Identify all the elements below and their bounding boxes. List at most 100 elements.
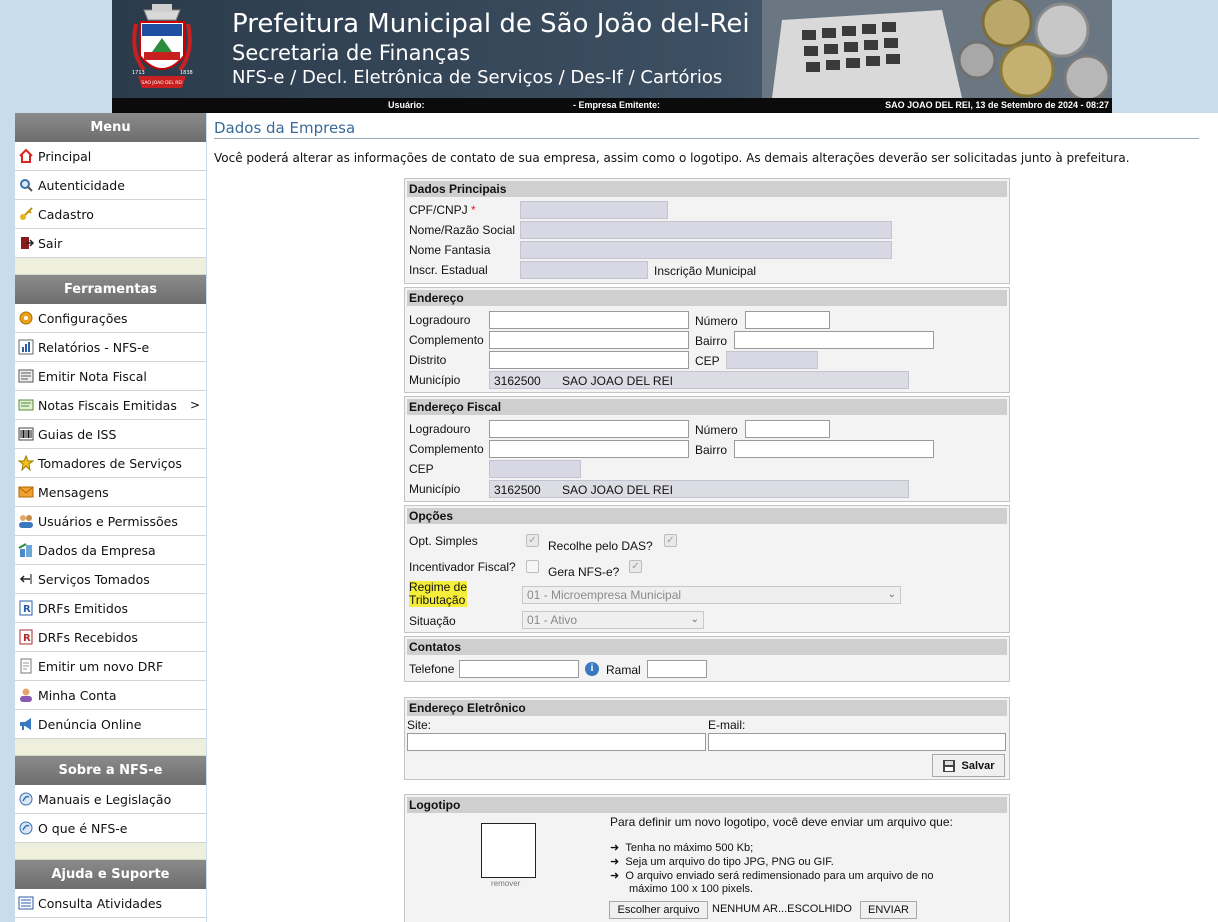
invoice-icon — [18, 368, 34, 384]
nome-fantasia-label: Nome Fantasia — [409, 243, 491, 257]
recolhe-das-label: Recolhe pelo DAS? — [548, 539, 653, 553]
sidebar-item-relatorios[interactable]: Relatórios - NFS-e — [15, 333, 206, 362]
sidebar-item-denuncia[interactable]: Denúncia Online — [15, 710, 206, 739]
mail-icon — [18, 484, 34, 500]
ramal-input[interactable] — [647, 660, 707, 678]
sidebar-item-tomadores[interactable]: Tomadores de Serviços — [15, 449, 206, 478]
section-heading: Dados Principais — [407, 181, 1007, 197]
send-logo-button[interactable]: ENVIAR — [860, 901, 917, 919]
title-divider — [214, 138, 1199, 139]
sidebar-item-autenticidade[interactable]: Autenticidade — [15, 171, 206, 200]
site-input[interactable] — [407, 733, 706, 751]
home-icon — [18, 148, 34, 164]
cep-field — [726, 351, 818, 369]
section-endereco: Endereço Logradouro Número Complemento B… — [404, 287, 1010, 393]
sidebar-section-help: Ajuda e Suporte — [15, 860, 206, 889]
regime-tributacao-select[interactable]: 01 - Microempresa Municipal ⌄ — [522, 586, 901, 604]
floppy-disk-icon — [943, 759, 956, 772]
remove-logo-link[interactable]: remover — [491, 879, 520, 888]
sidebar-item-drfs-recebidos[interactable]: R DRFs Recebidos — [15, 623, 206, 652]
sidebar-item-configuracoes[interactable]: Configurações — [15, 304, 206, 333]
save-button[interactable]: Salvar — [932, 754, 1005, 777]
incentivador-checkbox[interactable] — [526, 560, 539, 573]
section-logotipo: Logotipo remover Para definir um novo lo… — [404, 794, 1010, 922]
sidebar-item-usuarios[interactable]: Usuários e Permissões — [15, 507, 206, 536]
section-heading: Endereço Fiscal — [407, 399, 1007, 415]
fiscal-numero-label: Número — [695, 423, 738, 437]
situacao-select[interactable]: 01 - Ativo ⌄ — [522, 611, 704, 629]
document-icon — [18, 658, 34, 674]
users-icon — [18, 513, 34, 529]
email-input[interactable] — [708, 733, 1006, 751]
fiscal-municipio-name: SAO JOAO DEL REI — [562, 483, 673, 497]
calculator-coins-image — [762, 0, 1112, 98]
sidebar-item-consulta-atividades[interactable]: Consulta Atividades — [15, 889, 206, 918]
gera-nfse-label: Gera NFS-e? — [548, 565, 620, 579]
sidebar-item-notas-emitidas[interactable]: Notas Fiscais Emitidas > — [15, 391, 206, 420]
no-file-chosen-text: NENHUM AR...ESCOLHIDO — [712, 903, 852, 915]
municipio-field: 3162500 SAO JOAO DEL REI — [489, 371, 909, 389]
search-icon — [18, 177, 34, 193]
submenu-arrow-icon: > — [189, 398, 200, 412]
sidebar-item-dados-empresa[interactable]: Dados da Empresa — [15, 536, 206, 565]
numero-input[interactable] — [745, 311, 830, 329]
drf-received-icon: R — [18, 629, 34, 645]
sidebar-item-novo-drf[interactable]: Emitir um novo DRF — [15, 652, 206, 681]
fiscal-numero-input[interactable] — [745, 420, 830, 438]
complemento-input[interactable] — [489, 331, 689, 349]
header-title: Prefeitura Municipal de São João del-Rei — [232, 9, 750, 39]
required-mark: * — [471, 203, 476, 217]
section-heading: Endereço — [407, 290, 1007, 306]
nome-fantasia-field — [520, 241, 892, 259]
sidebar-item-minha-conta[interactable]: Minha Conta — [15, 681, 206, 710]
logradouro-input[interactable] — [489, 311, 689, 329]
sidebar-item-o-que-e-nfse[interactable]: O que é NFS-e — [15, 814, 206, 843]
megaphone-icon — [18, 716, 34, 732]
sidebar-item-mensagens[interactable]: Mensagens — [15, 478, 206, 507]
company-icon — [18, 542, 34, 558]
sidebar-item-cadastro[interactable]: Cadastro — [15, 200, 206, 229]
sidebar-item-principal[interactable]: Principal — [15, 142, 206, 171]
logo-rule: ➜ Tenha no máximo 500 Kb; — [610, 842, 754, 854]
sidebar-item-sair[interactable]: Sair — [15, 229, 206, 258]
choose-file-button[interactable]: Escolher arquivo — [609, 901, 708, 919]
numero-label: Número — [695, 314, 738, 328]
bullet-arrow-icon: ➜ — [610, 856, 620, 868]
sidebar-item-drfs-emitidos[interactable]: R DRFs Emitidos — [15, 594, 206, 623]
fiscal-municipio-code: 3162500 — [494, 483, 541, 497]
sidebar-section-tools: Ferramentas — [15, 275, 206, 304]
main-content: Dados da Empresa Você poderá alterar as … — [207, 113, 1218, 922]
complemento-label: Complemento — [409, 333, 484, 347]
inscr-municipal-label: Inscrição Municipal — [654, 264, 757, 278]
chevron-down-icon: ⌄ — [887, 589, 896, 600]
sidebar-item-guias-iss[interactable]: Guias de ISS — [15, 420, 206, 449]
fiscal-logradouro-input[interactable] — [489, 420, 689, 438]
inscr-estadual-field — [520, 261, 648, 279]
sidebar-item-emitir-nota[interactable]: Emitir Nota Fiscal — [15, 362, 206, 391]
cpf-field — [520, 201, 668, 219]
fiscal-municipio-field: 3162500 SAO JOAO DEL REI — [489, 480, 909, 498]
key-icon — [18, 206, 34, 222]
fiscal-cep-field — [489, 460, 581, 478]
opt-simples-checkbox[interactable]: ✓ — [526, 534, 539, 547]
svg-text:R: R — [23, 604, 31, 615]
razao-social-field — [520, 221, 892, 239]
account-icon — [18, 687, 34, 703]
sidebar-item-manuais[interactable]: Manuais e Legislação — [15, 785, 206, 814]
recolhe-das-checkbox[interactable]: ✓ — [664, 534, 677, 547]
bairro-input[interactable] — [734, 331, 934, 349]
municipio-code: 3162500 — [494, 374, 541, 388]
sidebar-item-servicos-tomados[interactable]: Serviços Tomados — [15, 565, 206, 594]
info-icon[interactable]: i — [585, 662, 599, 676]
star-icon — [18, 455, 34, 471]
fiscal-bairro-input[interactable] — [734, 440, 934, 458]
distrito-input[interactable] — [489, 351, 689, 369]
telefone-input[interactable] — [459, 660, 579, 678]
bullet-arrow-icon: ➜ — [610, 870, 620, 882]
email-label: E-mail: — [708, 718, 746, 732]
fiscal-complemento-input[interactable] — [489, 440, 689, 458]
fiscal-bairro-label: Bairro — [695, 443, 728, 457]
sidebar-section-about: Sobre a NFS-e — [15, 756, 206, 785]
gera-nfse-checkbox[interactable]: ✓ — [629, 560, 642, 573]
incentivador-label: Incentivador Fiscal? — [409, 560, 516, 574]
